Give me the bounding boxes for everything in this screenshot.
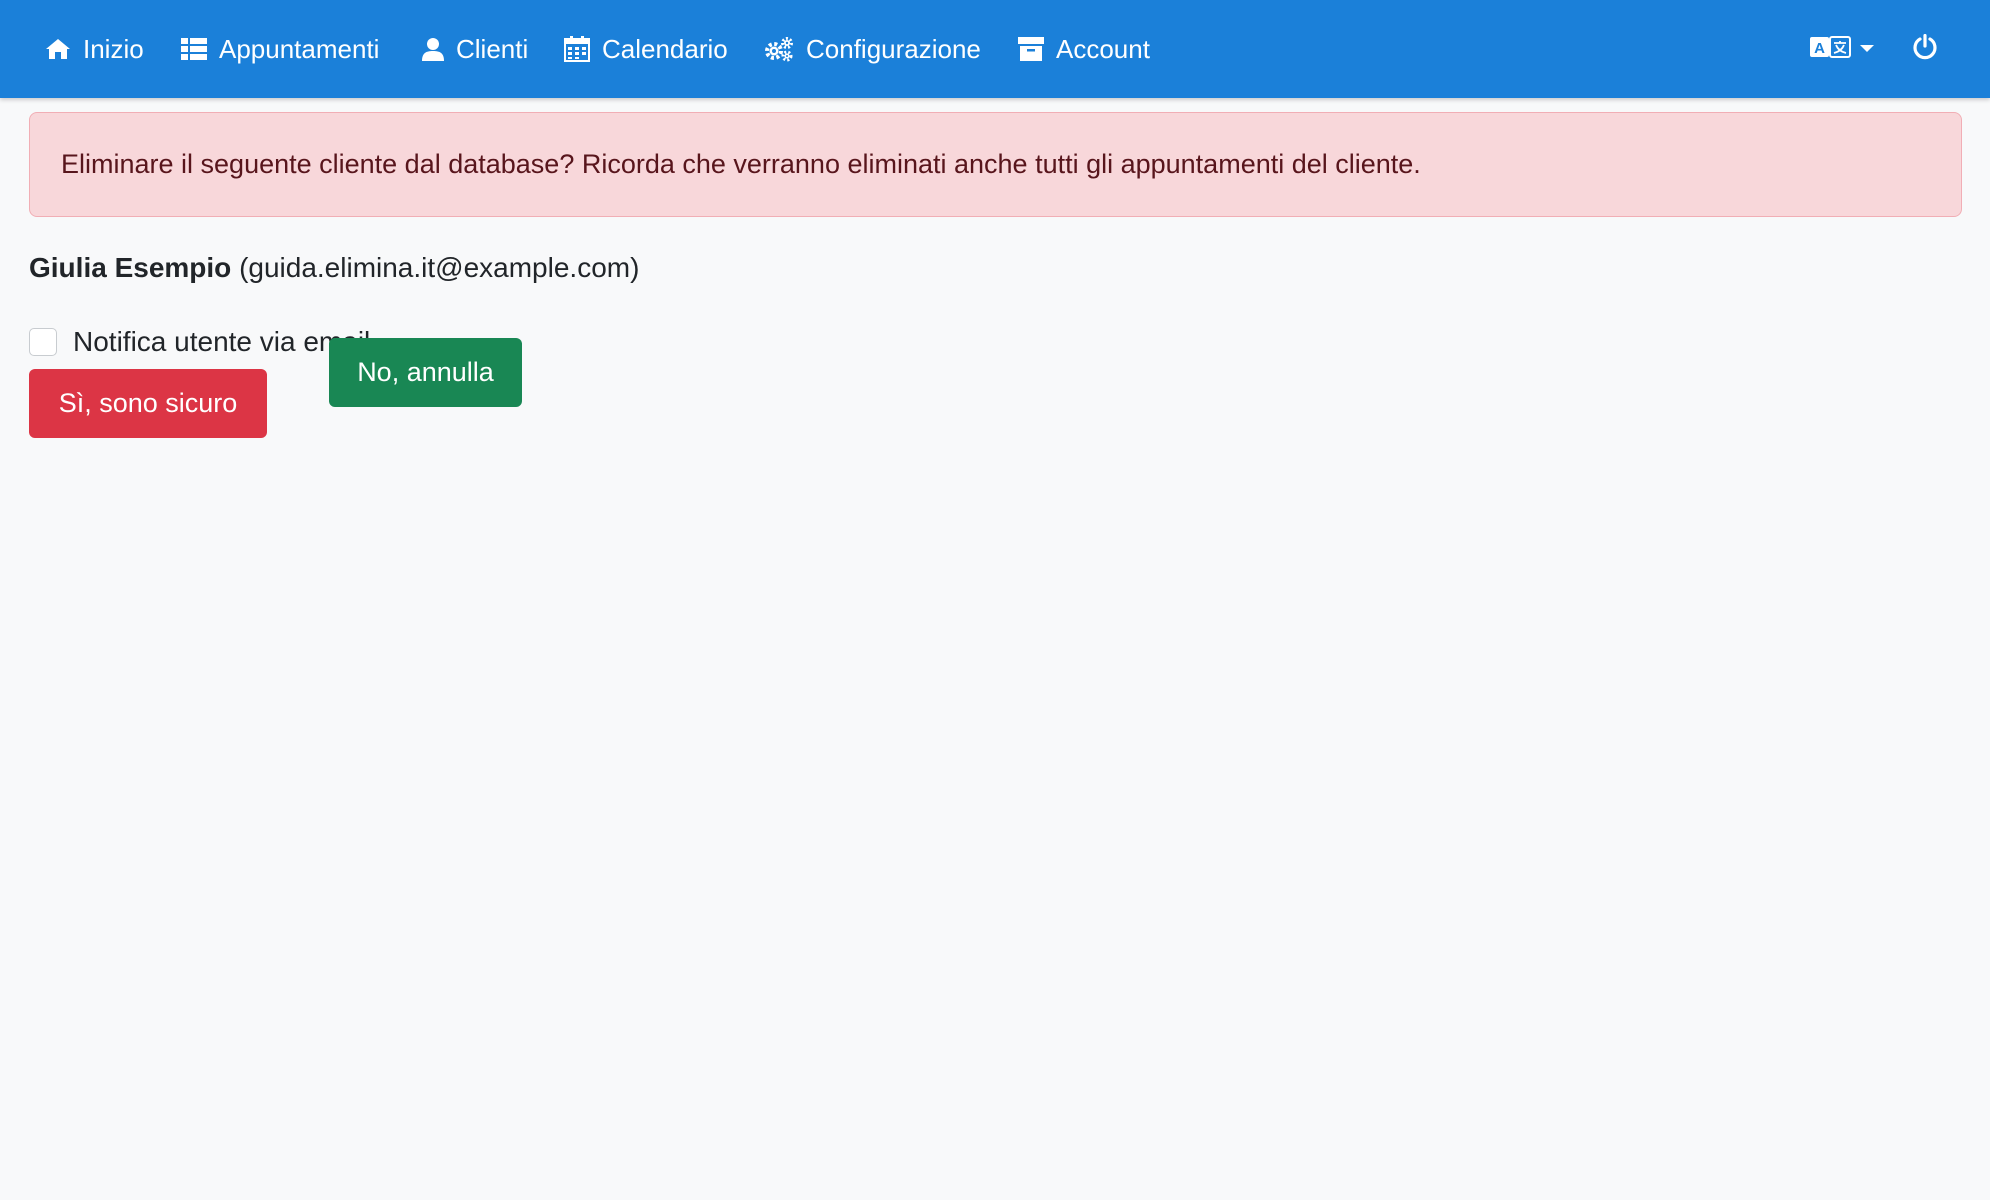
customer-info: Giulia Esempio (guida.elimina.it@example… — [29, 248, 639, 288]
nav-item-appuntamenti[interactable]: Appuntamenti — [181, 0, 379, 98]
cancel-button[interactable]: No, annulla — [329, 338, 522, 407]
notify-user-checkbox[interactable] — [29, 328, 57, 356]
chevron-down-icon — [1860, 40, 1874, 58]
alert-message: Eliminare il seguente cliente dal databa… — [61, 149, 1421, 179]
language-dropdown[interactable]: A — [1810, 0, 1874, 98]
top-navbar: Inizio Appuntamenti Clienti Calendario C… — [0, 0, 1990, 98]
nav-label-clienti: Clienti — [456, 33, 529, 64]
calendar-icon — [564, 36, 590, 62]
nav-item-clienti[interactable]: Clienti — [422, 0, 528, 98]
customer-name: Giulia Esempio — [29, 252, 232, 283]
nav-item-account[interactable]: Account — [1018, 0, 1150, 98]
nav-item-inizio[interactable]: Inizio — [45, 0, 144, 98]
cogs-icon — [764, 36, 794, 62]
logout-button[interactable] — [1912, 0, 1938, 98]
list-icon — [181, 38, 207, 60]
nav-label-appuntamenti: Appuntamenti — [219, 33, 380, 64]
nav-label-account: Account — [1056, 33, 1150, 64]
user-icon — [422, 37, 444, 61]
archive-icon — [1018, 37, 1044, 61]
nav-label-inizio: Inizio — [83, 33, 144, 64]
notify-user-row: Notifica utente via email — [29, 322, 370, 362]
nav-item-calendario[interactable]: Calendario — [564, 0, 728, 98]
nav-label-calendario: Calendario — [602, 33, 728, 64]
customer-email: (guida.elimina.it@example.com) — [239, 252, 640, 283]
svg-text:A: A — [1814, 40, 1825, 57]
delete-warning-alert: Eliminare il seguente cliente dal databa… — [29, 112, 1962, 217]
power-icon — [1912, 33, 1938, 65]
home-icon — [45, 38, 71, 60]
nav-label-configurazione: Configurazione — [806, 33, 981, 64]
nav-item-configurazione[interactable]: Configurazione — [764, 0, 981, 98]
notify-user-label: Notifica utente via email — [73, 326, 371, 357]
language-icon: A — [1810, 35, 1852, 64]
confirm-delete-button[interactable]: Sì, sono sicuro — [29, 369, 267, 438]
